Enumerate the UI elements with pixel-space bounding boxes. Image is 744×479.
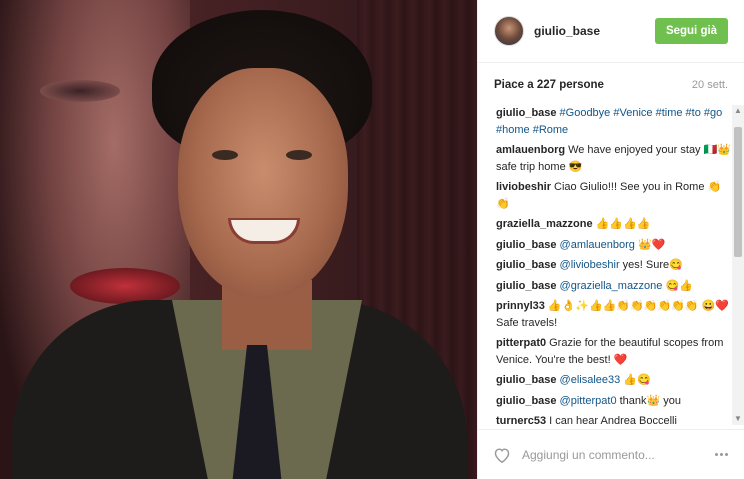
comment-username[interactable]: giulio_base — [496, 280, 557, 292]
comment-link[interactable]: @elisalee33 — [560, 374, 621, 386]
comment-item: giulio_base @graziella_mazzone 😋👍 — [496, 278, 733, 295]
comment-username[interactable]: liviobeshir — [496, 181, 551, 193]
comment-username[interactable]: giulio_base — [496, 395, 557, 407]
comment-link[interactable]: #Venice — [613, 107, 652, 119]
comment-item: giulio_base @amlauenborg 👑❤️ — [496, 237, 733, 254]
comment-username[interactable]: giulio_base — [496, 239, 557, 251]
comment-item: giulio_base @pitterpat0 thank👑 you — [496, 393, 733, 410]
comment-link[interactable]: @amlauenborg — [560, 239, 635, 251]
comment-link[interactable]: @liviobeshir — [560, 259, 620, 271]
comment-username[interactable]: giulio_base — [496, 374, 557, 386]
comments-list: giulio_base #Goodbye #Venice #time #to #g… — [478, 105, 733, 425]
scrollbar-thumb[interactable] — [734, 127, 742, 257]
comment-item: graziella_mazzone 👍👍👍👍 — [496, 216, 733, 233]
likes-count[interactable]: Piace a 227 persone — [494, 79, 604, 91]
comment-link[interactable]: #go — [704, 107, 722, 119]
person-face — [178, 68, 348, 298]
post-date[interactable]: 20 sett. — [692, 79, 728, 91]
comment-link[interactable]: #time — [656, 107, 683, 119]
comment-text: yes! Sure😋 — [619, 259, 683, 271]
comment-text: thank👑 you — [616, 394, 682, 407]
comment-item: amlauenborg We have enjoyed your stay 🇮🇹👑… — [496, 142, 733, 175]
person-eye-right — [286, 150, 312, 160]
comment-username[interactable]: pitterpat0 — [496, 337, 546, 349]
avatar[interactable] — [494, 16, 524, 46]
follow-button[interactable]: Segui già — [655, 18, 728, 44]
comment-link[interactable]: #Goodbye — [560, 107, 611, 119]
comment-username[interactable]: graziella_mazzone — [496, 218, 593, 230]
comment-text: 👍😋 — [620, 374, 651, 386]
comment-username[interactable]: prinnyl33 — [496, 300, 545, 312]
post-header: giulio_base Segui già — [478, 0, 744, 63]
comment-item: giulio_base @elisalee33 👍😋 — [496, 372, 733, 389]
comment-text: 😋👍 — [662, 279, 693, 292]
comment-item: giulio_base @liviobeshir yes! Sure😋 — [496, 257, 733, 274]
comment-link[interactable]: #home — [496, 124, 530, 136]
comment-text: 👍👍👍👍 — [595, 218, 651, 230]
comment-text: 👑❤️ — [634, 238, 666, 251]
comment-link[interactable]: #to — [686, 107, 701, 119]
background-poster-lips — [70, 268, 180, 304]
comment-item: pitterpat0 Grazie for the beautiful scope… — [496, 335, 733, 368]
comment-link[interactable]: #Rome — [533, 124, 568, 136]
header-username[interactable]: giulio_base — [534, 24, 655, 38]
post-side-panel: giulio_base Segui già Piace a 227 person… — [477, 0, 744, 479]
comment-username[interactable]: turnerc53 — [496, 415, 546, 425]
scroll-up-icon[interactable]: ▲ — [734, 107, 742, 115]
comment-item: giulio_base #Goodbye #Venice #time #to #g… — [496, 105, 733, 138]
comment-link[interactable]: @graziella_mazzone — [560, 280, 663, 292]
comment-username[interactable]: giulio_base — [496, 107, 557, 119]
comment-item: turnerc53 I can hear Andrea Boccelli — [496, 413, 733, 425]
heart-icon[interactable] — [492, 445, 512, 465]
comment-text: I can hear Andrea Boccelli — [549, 415, 677, 425]
more-options-icon[interactable] — [711, 453, 731, 456]
comment-footer — [478, 429, 744, 479]
post-image[interactable] — [0, 0, 477, 479]
scroll-down-icon[interactable]: ▼ — [734, 415, 742, 423]
comment-link[interactable]: @pitterpat0 — [560, 395, 617, 407]
likes-row: Piace a 227 persone 20 sett. — [478, 65, 744, 105]
comment-item: prinnyl33 👍👌✨👍👍👏👏👏👏👏👏 😀❤️ Safe travels! — [496, 298, 733, 331]
comment-username[interactable]: giulio_base — [496, 259, 557, 271]
person-eye-left — [212, 150, 238, 160]
comments-scrollbar[interactable]: ▲ ▼ — [732, 105, 744, 425]
background-poster-eye — [40, 80, 120, 102]
comment-item: liviobeshir Ciao Giulio!!! See you in Rom… — [496, 179, 733, 212]
comment-username[interactable]: amlauenborg — [496, 144, 565, 156]
comment-input[interactable] — [522, 447, 711, 462]
